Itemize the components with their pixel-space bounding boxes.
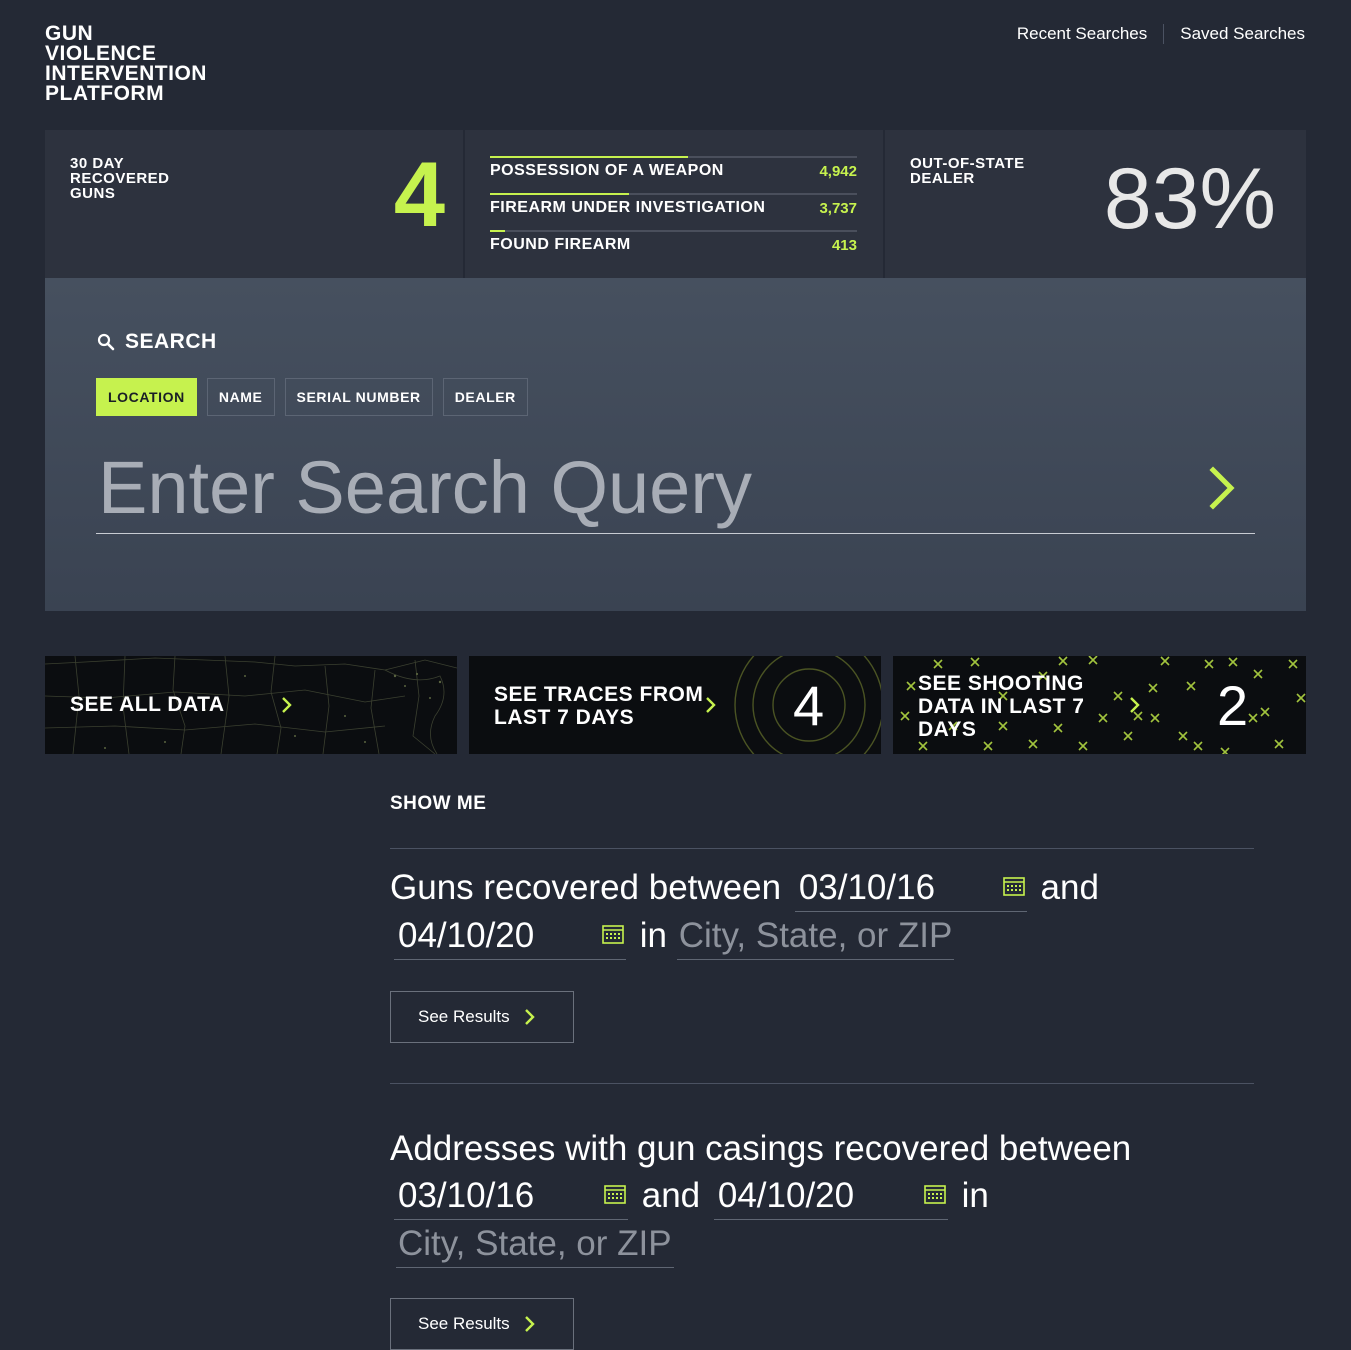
category-row: FOUND FIREARM 413 [490,230,857,267]
see-results-label: See Results [418,1007,510,1026]
end-date-value: 04/10/20 [717,1176,855,1215]
shooting-count: 2 [1217,674,1249,737]
category-bar-fill [490,230,505,232]
search-input-wrapper [96,442,1255,534]
see-traces-card[interactable]: SEE TRACES FROM LAST 7 DAYS 4 [469,656,881,754]
query-and: and [641,1176,701,1215]
start-date-field[interactable]: 03/10/16 [794,864,1027,912]
logo-line: PLATFORM [45,82,165,105]
tab-serial-number[interactable]: SERIAL NUMBER [284,378,433,416]
category-row: POSSESSION OF A WEAPON 4,942 [490,156,857,193]
category-bar-fill [490,156,689,158]
logo-line: GUN [45,22,94,45]
category-label: FIREARM UNDER INVESTIGATION [490,199,766,216]
chevron-right-icon[interactable] [1207,466,1237,510]
category-label: POSSESSION OF A WEAPON [490,162,724,179]
start-date-value: 03/10/16 [798,868,936,907]
search-heading-label: SEARCH [125,330,217,353]
see-results-label: See Results [418,1314,510,1333]
see-all-data-label: SEE ALL DATA [70,693,225,716]
out-of-state-value: 83% [1103,151,1276,247]
category-bar-track [490,230,857,232]
tab-location[interactable]: LOCATION [96,378,197,416]
location-field[interactable]: City, State, or ZIP [396,1220,674,1268]
logo-line: INTERVENTION [45,62,207,85]
category-row: FIREARM UNDER INVESTIGATION 3,737 [490,193,857,230]
end-date-value: 04/10/20 [398,916,535,955]
search-panel: SEARCH LOCATION NAME SERIAL NUMBER DEALE… [45,278,1306,611]
see-results-button[interactable]: See Results [390,991,574,1043]
start-date-field[interactable]: 03/10/16 [394,1172,628,1220]
tab-name[interactable]: NAME [206,378,275,416]
top-nav: Recent Searches Saved Searches [1017,24,1305,44]
query-sentence-2: Addresses with gun casings recovered bet… [390,1125,1254,1268]
search-icon [97,333,115,351]
end-date-field[interactable]: 04/10/20 [394,912,626,960]
query-text: Guns recovered between [390,868,782,907]
calendar-icon[interactable] [604,1184,626,1204]
see-shooting-data-label: SEE SHOOTING DATA IN LAST 7 DAYS [918,672,1085,741]
end-date-field[interactable]: 04/10/20 [713,1172,948,1220]
query-text: Addresses with gun casings recovered bet… [390,1129,1132,1168]
recovered-guns-label: 30 DAY RECOVERED GUNS [70,155,170,202]
show-me-heading: SHOW ME [390,793,487,814]
search-heading: SEARCH [97,330,217,354]
category-label: FOUND FIREARM [490,236,631,253]
category-bar-fill [490,193,630,195]
out-of-state-label: OUT-OF-STATE DEALER [910,155,1025,187]
chevron-right-icon [706,697,716,713]
divider [390,848,1254,849]
app-logo[interactable]: GUN VIOLENCE INTERVENTION PLATFORM [45,22,207,105]
recovered-guns-value: 4 [393,144,445,246]
see-shooting-data-card[interactable]: SEE SHOOTING DATA IN LAST 7 DAYS 2 [893,656,1306,754]
logo-line: VIOLENCE [45,42,157,65]
start-date-value: 03/10/16 [398,1176,535,1215]
see-traces-label: SEE TRACES FROM LAST 7 DAYS [494,683,704,729]
query-and: and [1040,868,1099,907]
location-field[interactable]: City, State, or ZIP [676,912,955,960]
calendar-icon[interactable] [924,1184,946,1204]
saved-searches-link[interactable]: Saved Searches [1180,24,1305,44]
search-input[interactable] [96,442,1196,532]
query-in: in [639,916,667,955]
out-of-state-stat: OUT-OF-STATE DEALER 83% [885,130,1306,278]
query-sentence-1: Guns recovered between 03/10/16 and 04/1… [390,864,1254,960]
recent-searches-link[interactable]: Recent Searches [1017,24,1147,44]
query-in: in [961,1176,989,1215]
chevron-right-icon [524,1316,535,1332]
category-value: 413 [831,237,857,254]
chevron-right-icon [524,1009,535,1025]
chevron-right-icon [1130,697,1140,713]
traces-count: 4 [793,674,825,737]
nav-divider [1163,24,1165,44]
category-breakdown: POSSESSION OF A WEAPON 4,942 FIREARM UND… [465,130,885,278]
stats-strip: 30 DAY RECOVERED GUNS 4 POSSESSION OF A … [45,130,1306,278]
see-all-data-card[interactable]: SEE ALL DATA [45,656,457,754]
chevron-right-icon [282,697,292,713]
tab-dealer[interactable]: DEALER [442,378,528,416]
recovered-guns-stat: 30 DAY RECOVERED GUNS 4 [45,130,465,278]
calendar-icon[interactable] [602,924,624,944]
calendar-icon[interactable] [1003,876,1025,896]
category-value: 4,942 [819,163,857,180]
category-value: 3,737 [819,200,857,217]
search-tabs: LOCATION NAME SERIAL NUMBER DEALER [96,378,538,416]
divider [390,1083,1254,1084]
see-results-button[interactable]: See Results [390,1298,574,1350]
quick-cards: SEE ALL DATA SEE TRACES FROM LAST 7 DAYS… [45,656,1306,754]
